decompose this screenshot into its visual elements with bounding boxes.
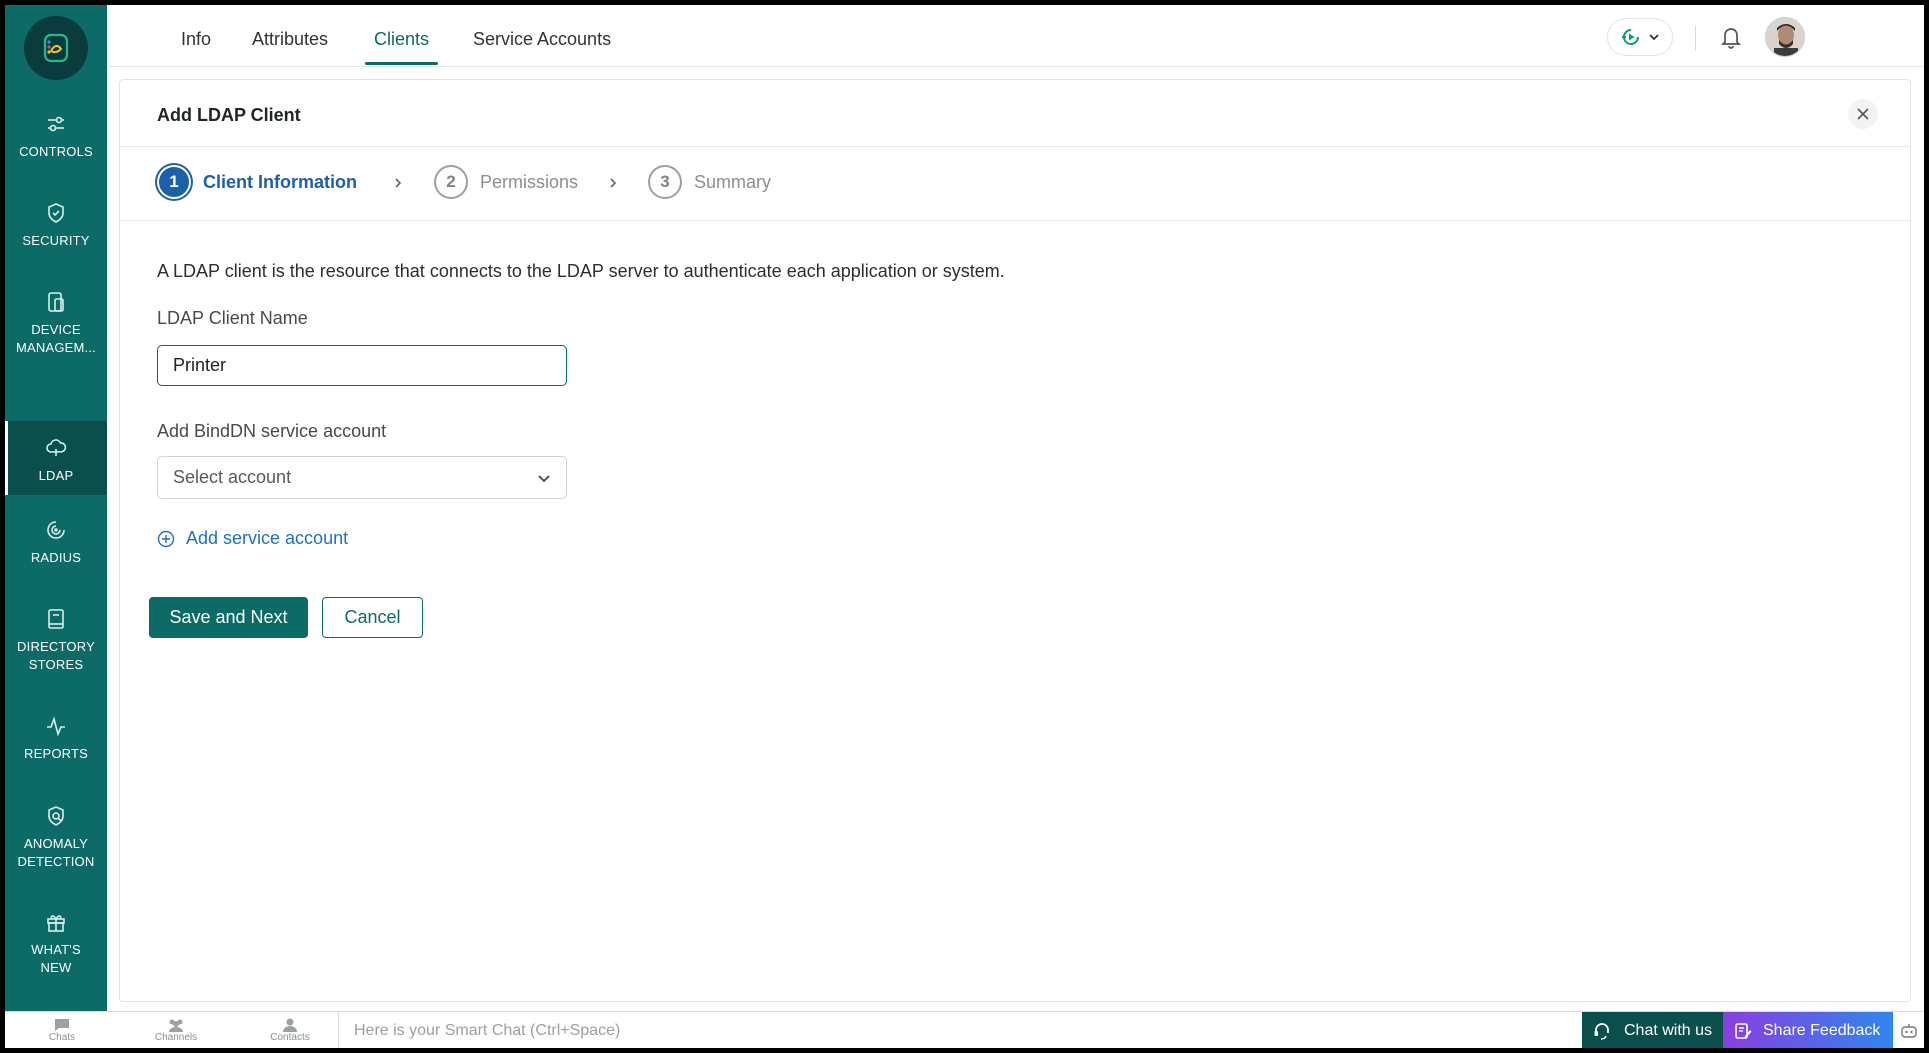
binddn-label: Add BindDN service account (157, 421, 387, 441)
bell-icon[interactable] (1717, 22, 1745, 50)
chat-bubble-icon (55, 1019, 69, 1031)
chat-with-us-button[interactable]: Chat with us (1582, 1012, 1723, 1048)
bottom-channels-label: Channels (154, 1032, 198, 1043)
sidebar-item-controls[interactable]: CONTROLS (5, 111, 107, 171)
client-name-input[interactable] (157, 345, 567, 386)
page-title: Add LDAP Client (157, 105, 301, 125)
app-window: CONTROLS SECURITY DEVICE MANAGEM... LDAP (5, 5, 1924, 1048)
cloud-icon (43, 435, 69, 461)
tab-clients[interactable]: Clients (364, 5, 439, 67)
step-number: 3 (648, 165, 682, 199)
shield-search-icon (43, 803, 69, 829)
sidebar-item-device-management[interactable]: DEVICE MANAGEM... (5, 289, 107, 369)
share-feedback-button[interactable]: Share Feedback (1723, 1012, 1893, 1048)
sidebar-item-label: DEVICE MANAGEM... (15, 322, 96, 355)
add-ldap-client-panel: Add LDAP Client 1 Client Information 2 P… (119, 79, 1911, 1002)
cancel-button[interactable]: Cancel (322, 597, 423, 638)
share-feedback-label: Share Feedback (1763, 1021, 1881, 1039)
sidebar-item-anomaly-detection[interactable]: ANOMALY DETECTION (5, 803, 107, 883)
gift-icon (43, 909, 69, 935)
user-avatar-icon (1766, 18, 1804, 56)
sidebar-item-security[interactable]: SECURITY (5, 200, 107, 260)
bot-icon (1900, 1023, 1917, 1038)
sidebar-item-label: ANOMALY DETECTION (17, 836, 95, 869)
header-divider (1695, 25, 1696, 51)
select-placeholder: Select account (173, 467, 292, 487)
sidebar-item-label: DIRECTORY STORES (17, 639, 95, 672)
plus-circle-icon (157, 530, 175, 547)
tab-service-accounts[interactable]: Service Accounts (473, 5, 611, 67)
sidebar-item-label: SECURITY (22, 233, 90, 248)
bottom-channels[interactable]: Channels (119, 1012, 233, 1048)
close-icon (1857, 108, 1869, 120)
avatar[interactable] (1765, 17, 1805, 57)
close-button[interactable] (1848, 99, 1878, 129)
bottom-contacts-label: Contacts (270, 1032, 310, 1043)
service-account-select[interactable]: Select account (157, 456, 567, 499)
chevron-down-icon (1649, 34, 1659, 41)
contact-icon (283, 1018, 297, 1032)
radius-icon (43, 517, 69, 543)
tab-info[interactable]: Info (181, 5, 211, 67)
sidebar-item-label: REPORTS (23, 746, 88, 761)
sidebar: CONTROLS SECURITY DEVICE MANAGEM... LDAP (5, 5, 107, 1011)
tab-attributes[interactable]: Attributes (252, 5, 328, 67)
top-navigation: Info Attributes Clients Service Accounts (107, 5, 1924, 67)
sidebar-item-label: LDAP (38, 468, 74, 483)
bottom-chats-label: Chats (48, 1032, 76, 1043)
chevron-right-icon (610, 178, 617, 188)
chevron-right-icon (395, 178, 402, 188)
quick-actions-button[interactable] (1607, 18, 1673, 56)
chevron-down-icon (538, 474, 550, 482)
chat-with-us-label: Chat with us (1624, 1021, 1713, 1039)
book-icon (43, 606, 69, 632)
step-label: Client Information (203, 171, 357, 192)
save-and-next-button[interactable]: Save and Next (149, 597, 308, 638)
sliders-icon (43, 111, 69, 137)
pulse-icon (43, 713, 69, 739)
headset-icon (1594, 1022, 1609, 1040)
divider (120, 220, 1910, 221)
bottom-chats[interactable]: Chats (5, 1012, 119, 1048)
step-permissions[interactable]: 2 Permissions (434, 165, 578, 199)
step-label: Permissions (480, 171, 579, 192)
shield-check-icon (43, 200, 69, 226)
smart-chat-input[interactable]: Here is your Smart Chat (Ctrl+Space) (338, 1012, 1581, 1048)
sidebar-item-label: WHAT'S NEW (31, 942, 81, 975)
sidebar-item-reports[interactable]: REPORTS (5, 713, 107, 773)
bot-button[interactable] (1893, 1012, 1924, 1048)
description-text: A LDAP client is the resource that conne… (157, 261, 1005, 281)
sidebar-item-directory-stores[interactable]: DIRECTORY STORES (5, 606, 107, 686)
sidebar-item-whats-new[interactable]: WHAT'S NEW (5, 909, 107, 989)
step-client-information[interactable]: 1 Client Information (157, 165, 357, 199)
add-service-account-link[interactable]: Add service account (157, 528, 348, 549)
sidebar-item-label: RADIUS (30, 550, 82, 565)
client-name-label: LDAP Client Name (157, 308, 308, 328)
step-summary[interactable]: 3 Summary (648, 165, 771, 199)
play-circle-icon (1622, 29, 1639, 45)
add-service-account-label: Add service account (186, 528, 349, 548)
bottom-contacts[interactable]: Contacts (233, 1012, 347, 1048)
devices-icon (43, 289, 69, 315)
feedback-edit-icon (1735, 1022, 1752, 1039)
step-number: 1 (159, 167, 189, 197)
app-logo-icon (43, 33, 69, 63)
group-icon (169, 1019, 183, 1032)
app-logo[interactable] (24, 16, 88, 80)
sidebar-item-radius[interactable]: RADIUS (5, 517, 107, 577)
step-label: Summary (694, 171, 772, 192)
sidebar-item-label: CONTROLS (19, 144, 93, 159)
bottom-bar: Chats Channels Contacts Here is your Sma… (5, 1011, 1924, 1048)
sidebar-item-ldap[interactable]: LDAP (5, 421, 107, 495)
divider (120, 146, 1910, 147)
step-number: 2 (434, 165, 468, 199)
